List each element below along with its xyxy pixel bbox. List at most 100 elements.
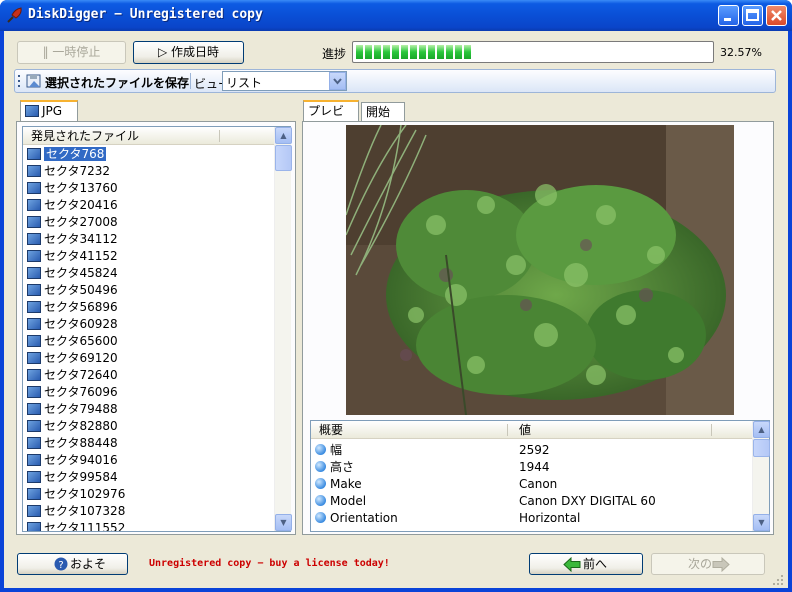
file-name: セクタ27008 <box>44 215 118 229</box>
help-icon: ? <box>54 557 68 571</box>
file-list-scrollbar[interactable]: ▲ ▼ <box>274 127 292 531</box>
next-button[interactable]: 次の <box>651 553 765 575</box>
file-name: セクタ20416 <box>44 198 118 212</box>
pause-button[interactable]: ‖ 一時停止 <box>17 41 126 64</box>
file-list-item[interactable]: セクタ88448 <box>27 435 267 452</box>
file-name: セクタ82880 <box>44 419 118 433</box>
properties-scrollbar[interactable]: ▲ ▼ <box>752 421 770 531</box>
image-file-icon <box>27 471 41 483</box>
file-list-item[interactable]: セクタ76096 <box>27 384 267 401</box>
property-value: 2592 <box>519 443 550 457</box>
previous-button[interactable]: 前へ <box>529 553 643 575</box>
file-list-item[interactable]: セクタ13760 <box>27 180 267 197</box>
file-list-item[interactable]: セクタ7232 <box>27 163 267 180</box>
property-value: Canon DXY DIGITAL 60 <box>519 494 656 508</box>
property-value: Canon <box>519 477 558 491</box>
scroll-thumb[interactable] <box>275 145 292 171</box>
file-list-item[interactable]: セクタ94016 <box>27 452 267 469</box>
resize-grip-icon[interactable] <box>772 574 784 586</box>
tab-preview[interactable]: プレビュー <box>303 100 359 136</box>
file-list-item[interactable]: セクタ45824 <box>27 265 267 282</box>
close-icon <box>771 10 782 21</box>
file-name: セクタ94016 <box>44 453 118 467</box>
property-bullet-icon <box>315 444 326 455</box>
scroll-up-arrow-icon[interactable]: ▲ <box>753 421 770 438</box>
file-list-item[interactable]: セクタ20416 <box>27 197 267 214</box>
about-button[interactable]: ? およそ <box>17 553 128 575</box>
main-window: DiskDigger − Unregistered copy ‖ 一時停止 ▷ … <box>0 0 792 592</box>
property-name: Make <box>330 477 362 491</box>
view-select-value: リスト <box>226 76 263 90</box>
minimize-button[interactable] <box>718 5 739 26</box>
file-name: セクタ60928 <box>44 317 118 331</box>
progress-segment <box>356 45 363 59</box>
file-list-item[interactable]: セクタ69120 <box>27 350 267 367</box>
file-list-item[interactable]: セクタ60928 <box>27 316 267 333</box>
grip-icon <box>18 75 20 87</box>
scroll-thumb[interactable] <box>753 439 770 457</box>
progress-segment <box>392 45 399 59</box>
file-list-item[interactable]: セクタ99584 <box>27 469 267 486</box>
image-file-icon <box>27 182 41 194</box>
chevron-down-icon[interactable] <box>329 72 346 90</box>
image-icon <box>25 105 39 117</box>
image-file-icon <box>27 403 41 415</box>
save-selected-button[interactable]: 選択されたファイルを保存 <box>25 71 189 91</box>
view-select[interactable]: リスト <box>222 71 347 91</box>
file-list-item[interactable]: セクタ56896 <box>27 299 267 316</box>
title-bar[interactable]: DiskDigger − Unregistered copy <box>0 0 792 31</box>
sort-by-date-button[interactable]: ▷ 作成日時 <box>133 41 244 64</box>
file-name: セクタ107328 <box>44 504 126 518</box>
image-file-icon <box>27 284 41 296</box>
file-name: セクタ72640 <box>44 368 118 382</box>
maximize-button[interactable] <box>742 5 763 26</box>
window-title: DiskDigger − Unregistered copy <box>28 7 263 22</box>
scroll-down-arrow-icon[interactable]: ▼ <box>275 514 292 531</box>
image-file-icon <box>27 267 41 279</box>
progress-segment <box>401 45 408 59</box>
unregistered-notice[interactable]: Unregistered copy − buy a license today! <box>149 558 390 569</box>
file-list-item[interactable]: セクタ27008 <box>27 214 267 231</box>
image-file-icon <box>27 233 41 245</box>
file-list-item[interactable]: セクタ82880 <box>27 418 267 435</box>
property-name: 高さ <box>330 460 355 474</box>
file-list-item[interactable]: セクタ41152 <box>27 248 267 265</box>
property-row[interactable]: Make Canon <box>315 476 752 493</box>
file-name: セクタ79488 <box>44 402 118 416</box>
property-row[interactable]: 幅 2592 <box>315 442 752 459</box>
file-name: セクタ102976 <box>44 487 126 501</box>
file-name: セクタ45824 <box>44 266 118 280</box>
progress-bar <box>352 41 714 63</box>
app-shovel-icon <box>7 7 22 23</box>
tab-jpg[interactable]: JPG <box>20 100 78 122</box>
image-file-icon <box>27 505 41 517</box>
progress-label: 進捗 <box>322 47 347 61</box>
progress-segment <box>365 45 372 59</box>
save-selected-label: 選択されたファイルを保存 <box>45 76 190 90</box>
found-files-header: 発見されたファイル <box>31 129 140 143</box>
file-list-item[interactable]: セクタ50496 <box>27 282 267 299</box>
file-list-item[interactable]: セクタ102976 <box>27 486 267 503</box>
file-list-item[interactable]: セクタ79488 <box>27 401 267 418</box>
file-list-item[interactable]: セクタ72640 <box>27 367 267 384</box>
file-list-item[interactable]: セクタ111552 <box>27 520 267 531</box>
image-file-icon <box>27 522 41 531</box>
arrow-right-icon <box>712 557 730 572</box>
tab-start-value[interactable]: 開始値 <box>361 102 405 137</box>
close-button[interactable] <box>766 5 787 26</box>
file-name: セクタ41152 <box>44 249 118 263</box>
file-list-item[interactable]: セクタ107328 <box>27 503 267 520</box>
property-row[interactable]: Model Canon DXY DIGITAL 60 <box>315 493 752 510</box>
image-file-icon <box>27 165 41 177</box>
toolbar-separator <box>190 73 191 89</box>
scroll-down-arrow-icon[interactable]: ▼ <box>753 514 770 531</box>
property-value: Horizontal <box>519 511 581 525</box>
property-bullet-icon <box>315 461 326 472</box>
property-row[interactable]: Orientation Horizontal <box>315 510 752 527</box>
property-row[interactable]: 高さ 1944 <box>315 459 752 476</box>
file-name: セクタ34112 <box>44 232 118 246</box>
file-list-item[interactable]: セクタ768 <box>27 146 267 163</box>
file-list-item[interactable]: セクタ34112 <box>27 231 267 248</box>
scroll-up-arrow-icon[interactable]: ▲ <box>275 127 292 144</box>
file-list-item[interactable]: セクタ65600 <box>27 333 267 350</box>
